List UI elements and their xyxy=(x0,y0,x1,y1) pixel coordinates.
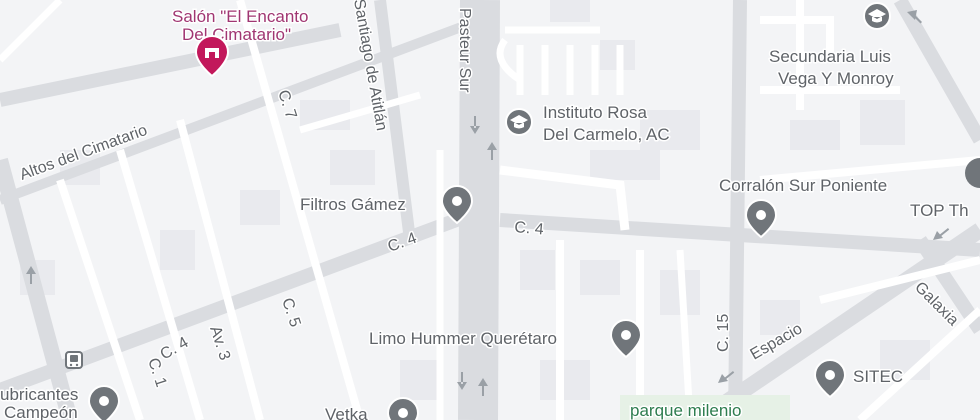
street-c4-b: C. 4 xyxy=(514,219,545,239)
poi-lubricantes[interactable]: ubricantes Campeón xyxy=(0,384,121,420)
school-icon xyxy=(863,2,891,30)
poi-instituto-label-2: Del Carmelo, AC xyxy=(543,125,670,144)
poi-instituto-label-1: Instituto Rosa xyxy=(543,103,647,122)
poi-corralon-label: Corralón Sur Poniente xyxy=(719,176,887,195)
map-canvas[interactable]: Pasteur Sur Santiago de Atitlán Altos de… xyxy=(0,0,980,420)
school-icon xyxy=(505,108,533,136)
poi-vetka-label: Vetka xyxy=(325,405,368,420)
poi-limo-label: Limo Hummer Querétaro xyxy=(369,329,557,348)
map-view[interactable]: Pasteur Sur Santiago de Atitlán Altos de… xyxy=(0,0,980,420)
place-pin-icon xyxy=(386,396,420,420)
street-pasteur: Pasteur Sur xyxy=(456,8,473,93)
poi-sitec-label: SITEC xyxy=(853,367,903,386)
street-c15: C. 15 xyxy=(715,314,732,352)
poi-top-label: TOP Th xyxy=(910,201,969,220)
poi-lubricantes-label-2: Campeón xyxy=(4,403,78,420)
poi-secundaria-label-2: Vega Y Monroy xyxy=(778,69,894,88)
bus-stop-icon[interactable] xyxy=(65,351,83,369)
poi-salon-label-2: Del Cimatario" xyxy=(182,25,291,44)
poi-parque-label: parque milenio xyxy=(630,401,742,420)
poi-secundaria-label-1: Secundaria Luis xyxy=(769,47,891,66)
poi-salon-label-1: Salón "El Encanto xyxy=(172,7,308,26)
poi-parque[interactable]: parque milenio xyxy=(629,400,744,420)
poi-lubricantes-label-1: ubricantes xyxy=(0,385,78,404)
poi-filtros-label: Filtros Gámez xyxy=(300,195,406,214)
